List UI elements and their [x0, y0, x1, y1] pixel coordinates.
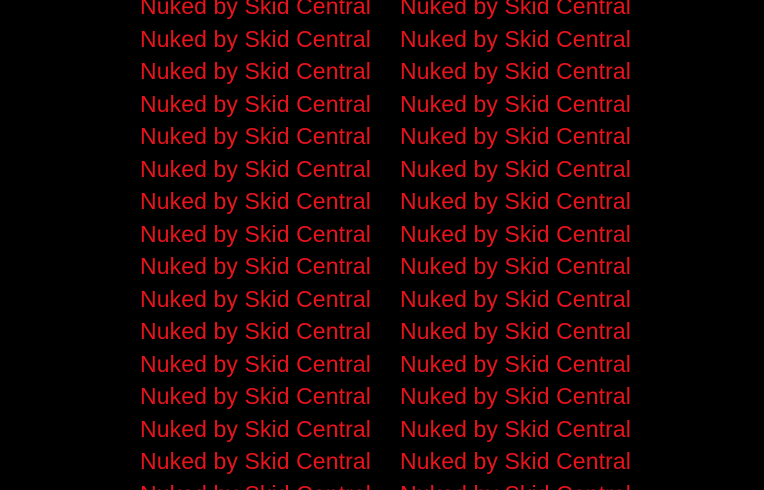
nuked-banner: Nuked by Skid Central Nuked by Skid Centr… — [0, 0, 764, 490]
text-row: Nuked by Skid Central Nuked by Skid Centr… — [0, 23, 764, 56]
nuked-text-right: Nuked by Skid Central — [400, 25, 631, 52]
nuked-text-right: Nuked by Skid Central — [400, 318, 631, 344]
nuked-text-left: Nuked by Skid Central — [140, 448, 371, 474]
text-row: Nuked by Skid Central Nuked by Skid Centr… — [0, 185, 764, 218]
nuked-text-right: Nuked by Skid Central — [400, 58, 631, 84]
nuked-text-left: Nuked by Skid Central — [140, 155, 371, 182]
nuked-text-right: Nuked by Skid Central — [400, 285, 631, 312]
nuked-text-right: Nuked by Skid Central — [400, 415, 631, 442]
text-row: Nuked by Skid Central Nuked by Skid Centr… — [0, 380, 764, 413]
nuked-text-right: Nuked by Skid Central — [400, 448, 631, 474]
text-row: Nuked by Skid Central Nuked by Skid Centr… — [0, 283, 764, 316]
text-row: Nuked by Skid Central Nuked by Skid Centr… — [0, 315, 764, 348]
nuked-text-left: Nuked by Skid Central — [140, 0, 371, 19]
nuked-text-right: Nuked by Skid Central — [400, 188, 631, 214]
nuked-text-left: Nuked by Skid Central — [140, 220, 371, 247]
nuked-text-right: Nuked by Skid Central — [400, 220, 631, 247]
nuked-text-left: Nuked by Skid Central — [140, 318, 371, 344]
text-row: Nuked by Skid Central Nuked by Skid Centr… — [0, 153, 764, 186]
text-row: Nuked by Skid Central Nuked by Skid Centr… — [0, 0, 764, 23]
nuked-text-right: Nuked by Skid Central — [400, 0, 631, 19]
nuked-text-right: Nuked by Skid Central — [400, 478, 631, 490]
text-row: Nuked by Skid Central Nuked by Skid Centr… — [0, 250, 764, 283]
text-row: Nuked by Skid Central Nuked by Skid Centr… — [0, 445, 764, 478]
nuked-text-left: Nuked by Skid Central — [140, 415, 371, 442]
text-row: Nuked by Skid Central Nuked by Skid Centr… — [0, 218, 764, 251]
text-row: Nuked by Skid Central Nuked by Skid Centr… — [0, 348, 764, 381]
text-row: Nuked by Skid Central Nuked by Skid Centr… — [0, 478, 764, 490]
nuked-text-right: Nuked by Skid Central — [400, 350, 631, 377]
text-row: Nuked by Skid Central Nuked by Skid Centr… — [0, 88, 764, 121]
nuked-text-left: Nuked by Skid Central — [140, 123, 371, 149]
nuked-text-right: Nuked by Skid Central — [400, 90, 631, 117]
nuked-text-right: Nuked by Skid Central — [400, 123, 631, 149]
text-row: Nuked by Skid Central Nuked by Skid Centr… — [0, 120, 764, 153]
nuked-text-left: Nuked by Skid Central — [140, 350, 371, 377]
nuked-text-left: Nuked by Skid Central — [140, 383, 371, 409]
nuked-text-right: Nuked by Skid Central — [400, 253, 631, 279]
nuked-text-left: Nuked by Skid Central — [140, 253, 371, 279]
nuked-text-left: Nuked by Skid Central — [140, 58, 371, 84]
nuked-text-right: Nuked by Skid Central — [400, 155, 631, 182]
nuked-text-left: Nuked by Skid Central — [140, 25, 371, 52]
nuked-text-left: Nuked by Skid Central — [140, 285, 371, 312]
text-row: Nuked by Skid Central Nuked by Skid Centr… — [0, 413, 764, 446]
nuked-text-left: Nuked by Skid Central — [140, 90, 371, 117]
text-grid: Nuked by Skid Central Nuked by Skid Centr… — [0, 0, 764, 490]
nuked-text-left: Nuked by Skid Central — [140, 188, 371, 214]
nuked-text-right: Nuked by Skid Central — [400, 383, 631, 409]
text-row: Nuked by Skid Central Nuked by Skid Centr… — [0, 55, 764, 88]
nuked-text-left: Nuked by Skid Central — [140, 478, 371, 490]
